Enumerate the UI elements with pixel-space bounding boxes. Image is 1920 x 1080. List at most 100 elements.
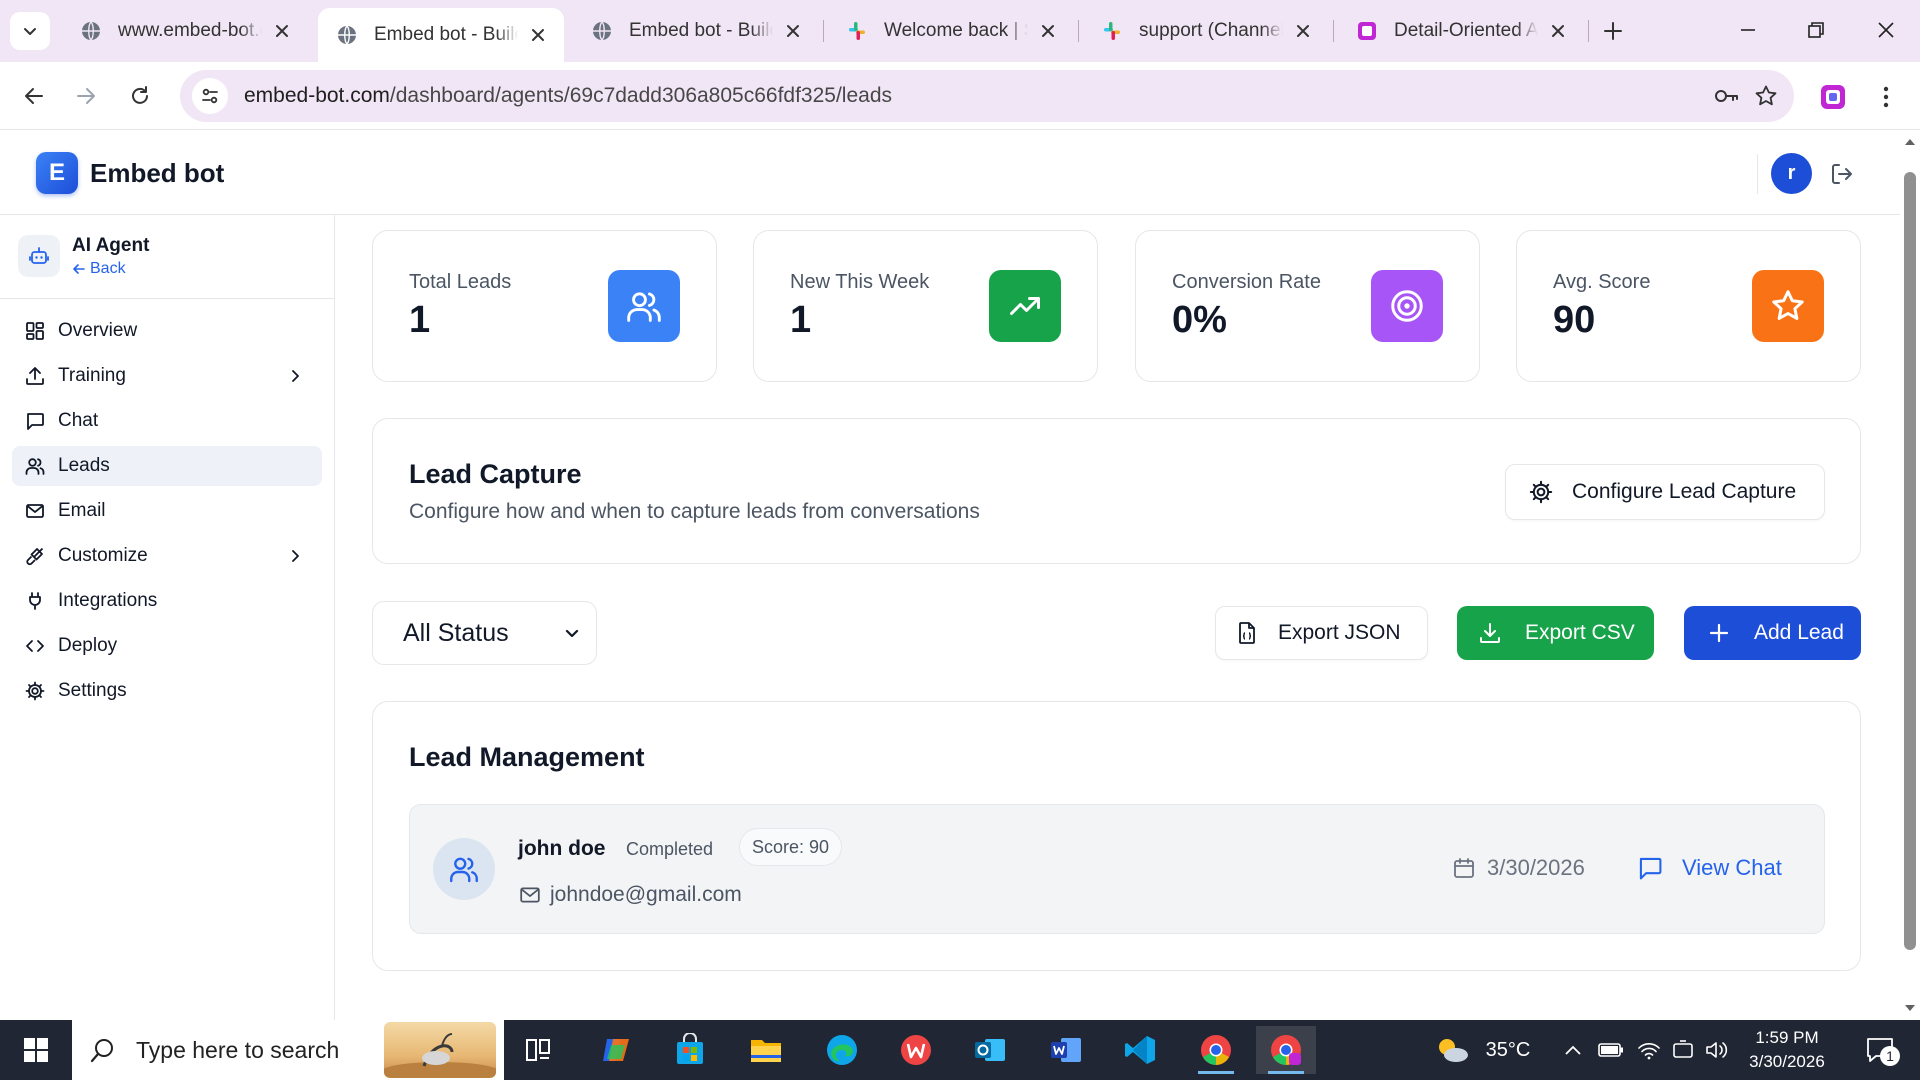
file-explorer-icon[interactable] xyxy=(736,1026,796,1074)
meet-now-icon[interactable] xyxy=(1668,1020,1698,1080)
close-icon[interactable] xyxy=(1546,19,1570,43)
browser-tab[interactable]: Detail-Oriented AI xyxy=(1338,8,1584,54)
reload-button[interactable] xyxy=(120,76,160,116)
lead-row[interactable]: john doe Completed Score: 90 johndoe@gma… xyxy=(409,804,1825,934)
sidebar-item-label: Training xyxy=(58,365,126,386)
store-icon[interactable] xyxy=(660,1026,720,1074)
taskbar-search[interactable]: Type here to search xyxy=(72,1020,504,1080)
sidebar-item-integrations[interactable]: Integrations xyxy=(12,581,322,621)
notifications-button[interactable]: 1 xyxy=(1854,1020,1906,1080)
tab-search-button[interactable] xyxy=(10,12,50,50)
close-icon[interactable] xyxy=(1036,19,1060,43)
sidebar-item-training[interactable]: Training xyxy=(12,356,322,396)
taskbar: Type here to search 35°C 1:59 PM 3/30/20… xyxy=(0,1020,1920,1080)
minimize-button[interactable] xyxy=(1714,8,1782,52)
close-window-button[interactable] xyxy=(1852,8,1920,52)
logo[interactable]: E xyxy=(36,152,78,194)
browser-tab[interactable]: Welcome back | Slack xyxy=(828,8,1074,54)
add-lead-button[interactable]: Add Lead xyxy=(1684,606,1861,660)
sidebar-item-label: Chat xyxy=(58,410,99,431)
file-json-icon xyxy=(1234,620,1260,646)
scroll-up-icon[interactable] xyxy=(1904,136,1916,148)
chevron-down-icon xyxy=(565,629,579,638)
active-indicator xyxy=(1268,1071,1304,1074)
close-icon[interactable] xyxy=(781,19,805,43)
sidebar-item-chat[interactable]: Chat xyxy=(12,401,322,441)
browser-menu-button[interactable] xyxy=(1866,76,1906,118)
chrome-icon[interactable] xyxy=(1186,1026,1246,1074)
avatar[interactable]: r xyxy=(1771,153,1812,194)
configure-lead-capture-button[interactable]: Configure Lead Capture xyxy=(1505,464,1825,520)
calendar-icon xyxy=(1451,855,1477,881)
outlook-icon[interactable] xyxy=(960,1026,1020,1074)
stat-value: 0% xyxy=(1172,299,1227,341)
arrow-left-icon xyxy=(73,264,85,274)
new-tab-button[interactable] xyxy=(1596,14,1630,48)
sidebar-item-label: Overview xyxy=(58,320,138,341)
scroll-down-icon[interactable] xyxy=(1904,1002,1916,1014)
browser-toolbar: embed-bot.com/dashboard/agents/69c7dadd3… xyxy=(0,62,1920,130)
chat-icon xyxy=(1636,854,1664,882)
wps-office-icon[interactable] xyxy=(886,1026,946,1074)
browser-tab[interactable]: Embed bot - Build xyxy=(573,8,819,54)
lead-email: johndoe@gmail.com xyxy=(518,883,742,907)
lead-capture-subtitle: Configure how and when to capture leads … xyxy=(409,500,980,523)
bookmark-star-icon[interactable] xyxy=(1746,76,1786,116)
logout-icon xyxy=(1832,164,1852,184)
lead-date: 3/30/2026 xyxy=(1451,855,1585,881)
address-bar[interactable]: embed-bot.com/dashboard/agents/69c7dadd3… xyxy=(180,70,1794,122)
browser-tab[interactable]: www.embed-bot.com xyxy=(62,8,308,54)
url-host: embed-bot.com xyxy=(244,84,390,107)
tab-title: Detail-Oriented AI xyxy=(1394,20,1538,41)
browser-tab-active[interactable]: Embed bot - Build xyxy=(318,8,564,62)
clock[interactable]: 1:59 PM 3/30/2026 xyxy=(1728,1026,1846,1074)
sidebar-item-settings[interactable]: Settings xyxy=(12,671,322,711)
tab-title: Welcome back | Slack xyxy=(884,20,1028,41)
close-icon[interactable] xyxy=(1291,19,1315,43)
copilot-icon[interactable] xyxy=(586,1026,646,1074)
start-button[interactable] xyxy=(0,1020,72,1080)
users-icon xyxy=(433,838,495,900)
edge-icon[interactable] xyxy=(812,1026,872,1074)
back-button[interactable] xyxy=(14,76,54,116)
page-scrollbar[interactable] xyxy=(1900,130,1920,1020)
button-label: Export JSON xyxy=(1278,621,1401,644)
restore-button[interactable] xyxy=(1782,8,1850,52)
chat-icon xyxy=(24,410,46,432)
scrollbar-thumb[interactable] xyxy=(1904,172,1916,950)
weather-icon[interactable] xyxy=(1432,1020,1472,1080)
sidebar-item-deploy[interactable]: Deploy xyxy=(12,626,322,666)
download-icon xyxy=(1477,620,1503,646)
password-key-icon[interactable] xyxy=(1706,76,1746,116)
back-link[interactable]: Back xyxy=(72,260,126,278)
weather-temp[interactable]: 35°C xyxy=(1474,1020,1542,1080)
brush-icon xyxy=(24,545,46,567)
button-label: Export CSV xyxy=(1525,621,1635,644)
browser-tab[interactable]: support (Channel) xyxy=(1083,8,1329,54)
battery-icon[interactable] xyxy=(1596,1020,1626,1080)
target-icon xyxy=(1371,270,1443,342)
word-icon[interactable] xyxy=(1036,1026,1096,1074)
app-icon xyxy=(1356,20,1378,42)
sidebar-item-email[interactable]: Email xyxy=(12,491,322,531)
close-icon[interactable] xyxy=(270,19,294,43)
button-label: Configure Lead Capture xyxy=(1572,480,1797,503)
task-view-icon[interactable] xyxy=(508,1026,568,1074)
brand-name[interactable]: Embed bot xyxy=(90,158,224,189)
export-csv-button[interactable]: Export CSV xyxy=(1457,606,1654,660)
logout-button[interactable] xyxy=(1826,158,1858,190)
forward-button[interactable] xyxy=(66,76,106,116)
sidebar-item-overview[interactable]: Overview xyxy=(12,311,322,351)
vscode-icon[interactable] xyxy=(1110,1026,1170,1074)
site-info-icon[interactable] xyxy=(192,78,228,114)
close-icon[interactable] xyxy=(526,23,550,47)
status-filter-select[interactable]: All Status xyxy=(372,601,597,665)
extension-icon[interactable] xyxy=(1812,76,1854,118)
wifi-icon[interactable] xyxy=(1634,1020,1664,1080)
view-chat-button[interactable]: View Chat xyxy=(1636,854,1782,882)
sidebar-item-leads[interactable]: Leads xyxy=(12,446,322,486)
chrome-profile-icon[interactable] xyxy=(1256,1026,1316,1074)
chevron-up-icon[interactable] xyxy=(1560,1020,1586,1080)
export-json-button[interactable]: Export JSON xyxy=(1215,606,1428,660)
sidebar-item-customize[interactable]: Customize xyxy=(12,536,322,576)
